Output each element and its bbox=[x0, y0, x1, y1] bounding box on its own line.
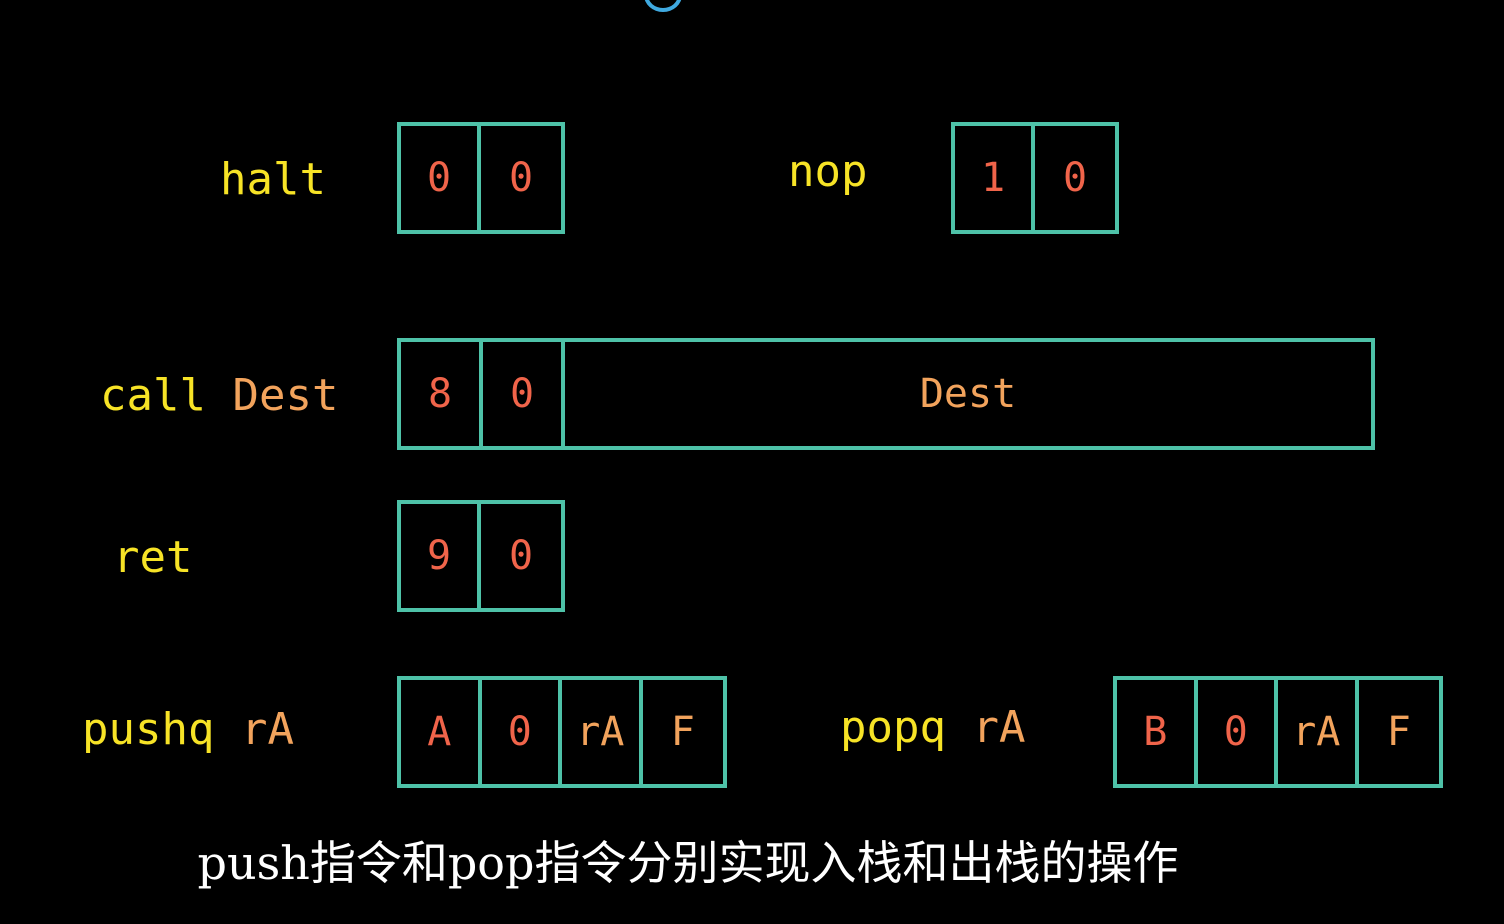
pushq-label: pushq rA bbox=[82, 708, 294, 752]
nop-mnemonic: nop bbox=[788, 146, 868, 197]
halt-byte-0: 0 bbox=[401, 126, 482, 230]
pushq-byte-3: F bbox=[670, 709, 695, 755]
popq-argument: rA bbox=[972, 702, 1026, 753]
call-dest-field: Dest bbox=[919, 371, 1017, 417]
nop-encoding: 1 0 bbox=[951, 122, 1119, 234]
ret-byte-0: 9 bbox=[401, 504, 482, 608]
pushq-encoding: A 0 rA F bbox=[397, 676, 727, 788]
popq-byte-0: B bbox=[1117, 680, 1198, 784]
pushq-byte-0: A bbox=[401, 680, 482, 784]
halt-mnemonic: halt bbox=[220, 154, 326, 205]
popq-mnemonic: popq bbox=[840, 702, 946, 753]
popq-byte-1: 0 bbox=[1198, 680, 1279, 784]
halt-label: halt bbox=[220, 158, 326, 202]
pushq-argument: rA bbox=[240, 704, 294, 755]
top-arc-fragment bbox=[644, 0, 682, 12]
nop-byte-0: 1 bbox=[955, 126, 1036, 230]
call-byte-0: 8 bbox=[401, 342, 483, 446]
popq-encoding: B 0 rA F bbox=[1113, 676, 1443, 788]
ret-encoding: 9 0 bbox=[397, 500, 565, 612]
call-mnemonic: call bbox=[100, 370, 206, 421]
subtitle-caption: push指令和pop指令分别实现入栈和出栈的操作 bbox=[197, 836, 1179, 890]
ret-label: ret bbox=[113, 536, 192, 580]
call-byte-1: 0 bbox=[483, 342, 565, 446]
popq-byte-3: F bbox=[1386, 709, 1411, 755]
call-argument: Dest bbox=[232, 370, 339, 421]
call-label: call Dest bbox=[100, 374, 338, 418]
pushq-byte-1: 0 bbox=[482, 680, 563, 784]
pushq-byte-2: rA bbox=[562, 680, 643, 784]
popq-byte-2: rA bbox=[1278, 680, 1359, 784]
halt-byte-1: 0 bbox=[508, 155, 534, 201]
popq-label: popq rA bbox=[840, 706, 1025, 750]
halt-encoding: 0 0 bbox=[397, 122, 565, 234]
ret-byte-1: 0 bbox=[508, 533, 534, 579]
ret-mnemonic: ret bbox=[113, 532, 193, 583]
nop-label: nop bbox=[788, 150, 867, 194]
nop-byte-1: 0 bbox=[1062, 155, 1088, 201]
pushq-mnemonic: pushq bbox=[82, 704, 215, 755]
call-encoding: 8 0 Dest bbox=[397, 338, 1375, 450]
